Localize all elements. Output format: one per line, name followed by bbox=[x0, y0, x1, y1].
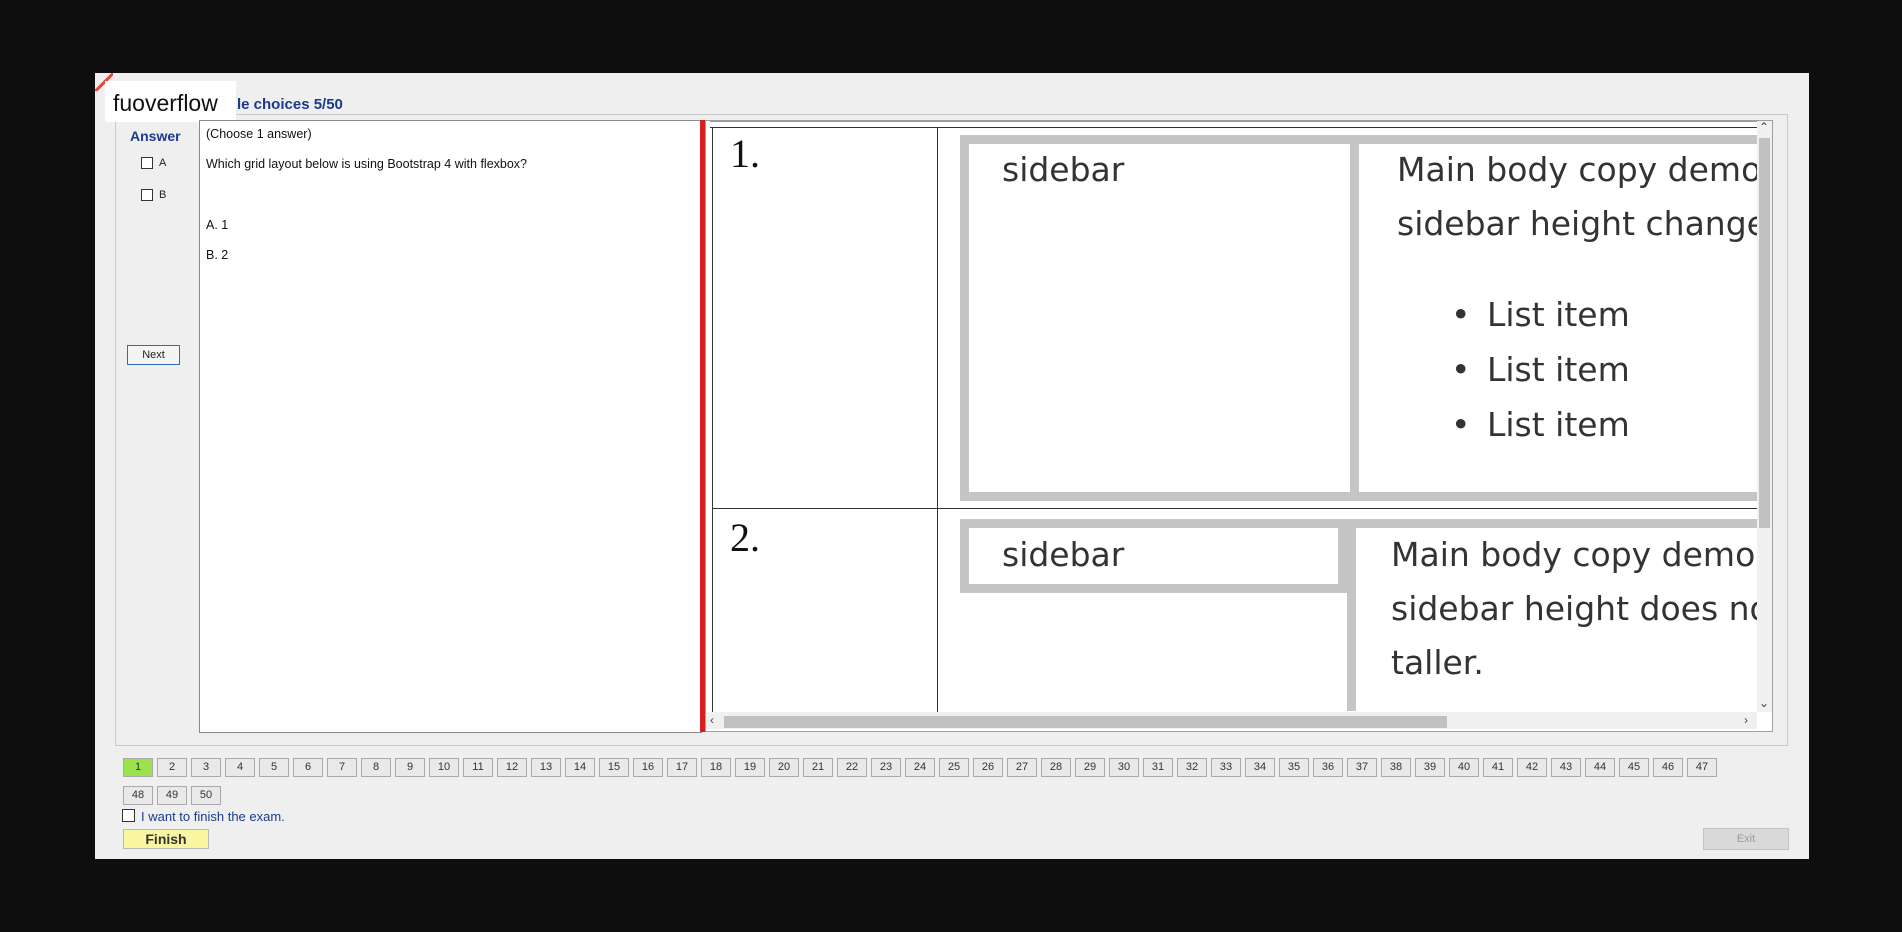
page-button[interactable]: 34 bbox=[1245, 758, 1275, 777]
finish-exam-checkbox[interactable] bbox=[122, 809, 135, 822]
page-button[interactable]: 15 bbox=[599, 758, 629, 777]
page-button[interactable]: 18 bbox=[701, 758, 731, 777]
page-button[interactable]: 5 bbox=[259, 758, 289, 777]
page-button[interactable]: 8 bbox=[361, 758, 391, 777]
figure-row-2-number: 2. bbox=[730, 515, 760, 560]
option-a-checkbox[interactable] bbox=[141, 157, 153, 169]
page-button[interactable]: 33 bbox=[1211, 758, 1241, 777]
page-button[interactable]: 39 bbox=[1415, 758, 1445, 777]
page-button[interactable]: 32 bbox=[1177, 758, 1207, 777]
row-1-list-item: List item bbox=[1451, 350, 1630, 389]
figure-table-divider bbox=[937, 128, 938, 712]
page-button[interactable]: 3 bbox=[191, 758, 221, 777]
row-2-body-line-1: Main body copy demon bbox=[1391, 535, 1757, 574]
row-1-sidebar-label: sidebar bbox=[1002, 150, 1125, 189]
logo: fuoverflow bbox=[113, 90, 218, 116]
page-button[interactable]: 41 bbox=[1483, 758, 1513, 777]
page-button[interactable]: 21 bbox=[803, 758, 833, 777]
page-button[interactable]: 31 bbox=[1143, 758, 1173, 777]
page-button[interactable]: 13 bbox=[531, 758, 561, 777]
page-button[interactable]: 50 bbox=[191, 786, 221, 805]
page-button[interactable]: 46 bbox=[1653, 758, 1683, 777]
row-1-list-item: List item bbox=[1451, 295, 1630, 334]
figure-table-left bbox=[712, 128, 713, 712]
row-1-body-line-2: sidebar height changes bbox=[1397, 204, 1757, 243]
page-button[interactable]: 11 bbox=[463, 758, 493, 777]
exit-button[interactable]: Exit bbox=[1703, 828, 1789, 850]
row-2-body-line-2: sidebar height does not bbox=[1391, 589, 1757, 628]
option-a[interactable]: A bbox=[141, 156, 166, 170]
row-2-sidebar-label: sidebar bbox=[1002, 535, 1125, 574]
page-button[interactable]: 14 bbox=[565, 758, 595, 777]
page-button[interactable]: 47 bbox=[1687, 758, 1717, 777]
page-button[interactable]: 30 bbox=[1109, 758, 1139, 777]
page-button[interactable]: 38 bbox=[1381, 758, 1411, 777]
figure-row-2-image: sidebar Main body copy demon sidebar hei… bbox=[955, 517, 1757, 711]
choice-a-text: A. 1 bbox=[206, 218, 229, 232]
page-button[interactable]: 28 bbox=[1041, 758, 1071, 777]
page-button[interactable]: 22 bbox=[837, 758, 867, 777]
option-b[interactable]: B bbox=[141, 188, 166, 202]
row-1-sidebar-box bbox=[960, 135, 1359, 501]
page-button[interactable]: 37 bbox=[1347, 758, 1377, 777]
page-button[interactable]: 48 bbox=[123, 786, 153, 805]
page-button[interactable]: 16 bbox=[633, 758, 663, 777]
page-button[interactable]: 49 bbox=[157, 786, 187, 805]
question-pane bbox=[199, 120, 702, 733]
page-button[interactable]: 40 bbox=[1449, 758, 1479, 777]
page-button[interactable]: 35 bbox=[1279, 758, 1309, 777]
row-2-body-line-3: taller. bbox=[1391, 643, 1484, 682]
question-text: Which grid layout below is using Bootstr… bbox=[206, 157, 527, 171]
figure-table-row-divider bbox=[712, 508, 1757, 509]
scroll-right-icon[interactable]: › bbox=[1744, 713, 1748, 727]
page-button[interactable]: 19 bbox=[735, 758, 765, 777]
page-button[interactable]: 26 bbox=[973, 758, 1003, 777]
page-button[interactable]: 24 bbox=[905, 758, 935, 777]
answer-label: Answer bbox=[130, 128, 181, 144]
horizontal-scroll-thumb[interactable] bbox=[724, 716, 1447, 728]
page-button[interactable]: 20 bbox=[769, 758, 799, 777]
page-button[interactable]: 9 bbox=[395, 758, 425, 777]
page-button[interactable]: 17 bbox=[667, 758, 697, 777]
scroll-up-icon[interactable]: ⌃ bbox=[1759, 120, 1769, 134]
page-button[interactable]: 45 bbox=[1619, 758, 1649, 777]
finish-exam-label: I want to finish the exam. bbox=[141, 809, 285, 824]
figure-row-1-image: sidebar Main body copy demor sidebar hei… bbox=[955, 133, 1757, 503]
page-button[interactable]: 1 bbox=[123, 758, 153, 777]
scroll-down-icon[interactable]: ⌄ bbox=[1759, 696, 1769, 710]
option-a-label: A bbox=[159, 157, 167, 169]
option-b-checkbox[interactable] bbox=[141, 189, 153, 201]
page-button[interactable]: 12 bbox=[497, 758, 527, 777]
page-button[interactable]: 23 bbox=[871, 758, 901, 777]
option-b-label: B bbox=[159, 189, 167, 201]
choice-b-text: B. 2 bbox=[206, 248, 229, 262]
page-button[interactable]: 36 bbox=[1313, 758, 1343, 777]
page-button[interactable]: 10 bbox=[429, 758, 459, 777]
page-button[interactable]: 44 bbox=[1585, 758, 1615, 777]
question-instruction: (Choose 1 answer) bbox=[206, 127, 312, 141]
page-button[interactable]: 6 bbox=[293, 758, 323, 777]
section-title: le choices 5/50 bbox=[237, 96, 343, 113]
page-button[interactable]: 42 bbox=[1517, 758, 1547, 777]
page-button[interactable]: 27 bbox=[1007, 758, 1037, 777]
finish-button[interactable]: Finish bbox=[123, 829, 209, 849]
page-button[interactable]: 4 bbox=[225, 758, 255, 777]
page-button[interactable]: 43 bbox=[1551, 758, 1581, 777]
page-button[interactable]: 25 bbox=[939, 758, 969, 777]
figure-table-top bbox=[710, 121, 1757, 128]
page-button[interactable]: 7 bbox=[327, 758, 357, 777]
vertical-scroll-thumb[interactable] bbox=[1759, 138, 1770, 528]
page-button[interactable]: 2 bbox=[157, 758, 187, 777]
next-button[interactable]: Next bbox=[127, 345, 180, 365]
figure-row-1-number: 1. bbox=[730, 131, 760, 176]
scroll-left-icon[interactable]: ‹ bbox=[710, 713, 714, 727]
row-1-list-item: List item bbox=[1451, 405, 1630, 444]
page-button[interactable]: 29 bbox=[1075, 758, 1105, 777]
row-1-body-line-1: Main body copy demor bbox=[1397, 150, 1757, 189]
